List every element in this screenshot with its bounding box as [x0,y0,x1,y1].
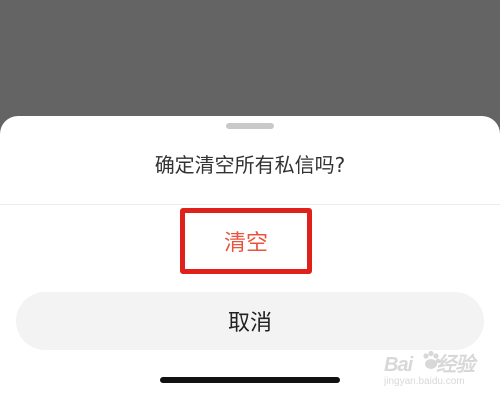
drag-handle[interactable] [226,123,274,129]
cancel-button-label: 取消 [227,311,272,336]
action-sheet: 确定清空所有私信吗? 清空 取消 Bai 经验 jingyan.baidu.com [0,116,500,401]
clear-button-label: 清空 [223,231,268,256]
watermark-url: jingyan.baidu.com [384,376,465,387]
cancel-button[interactable]: 取消 [16,292,484,350]
dialog-prompt: 确定清空所有私信吗? [154,153,346,177]
baidu-paw-icon [423,350,441,369]
home-indicator [160,377,340,383]
clear-button[interactable]: 清空 [180,208,312,274]
baidu-watermark: Bai 经验 jingyan.baidu.com [384,348,494,396]
divider [0,204,500,205]
